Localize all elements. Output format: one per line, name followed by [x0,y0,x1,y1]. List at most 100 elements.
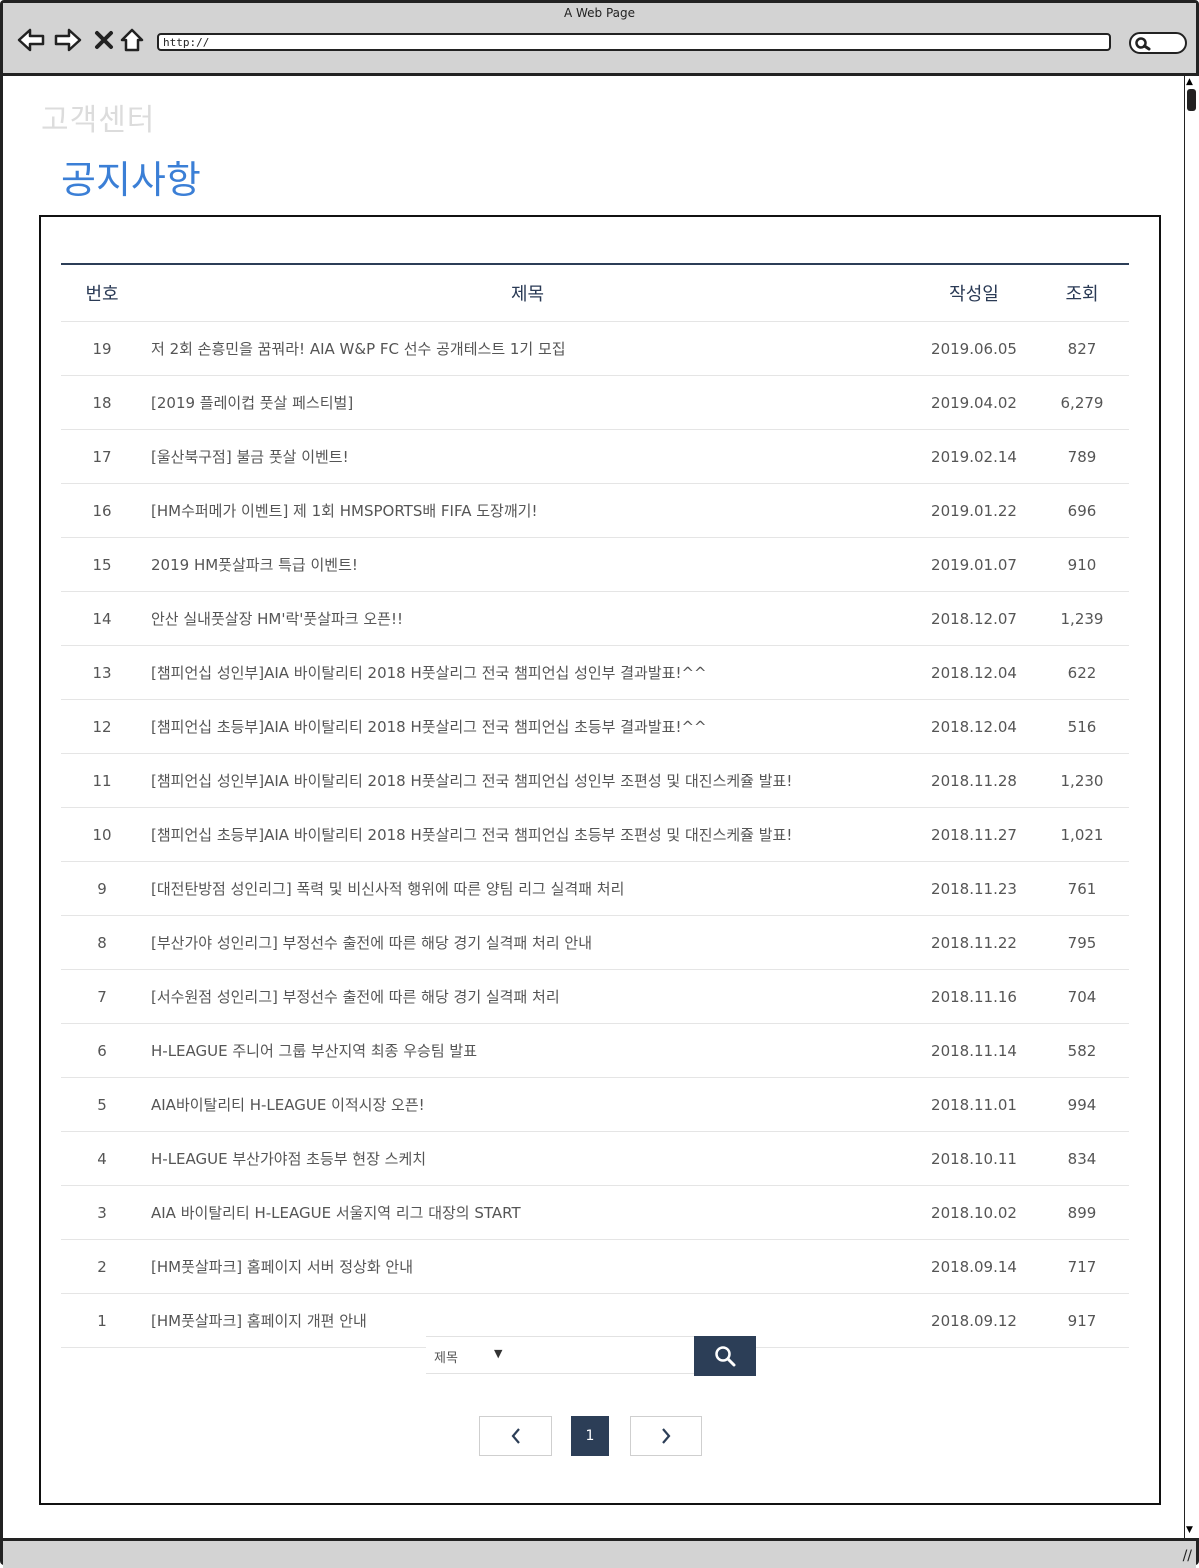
row-no: 5 [61,1077,143,1132]
row-title-link[interactable]: [챔피언십 초등부]AIA 바이탈리티 2018 H풋살리그 전국 챔피언십 초… [143,699,913,754]
prev-page-button[interactable] [479,1416,552,1456]
table-row[interactable]: 6 H-LEAGUE 주니어 그룹 부산지역 최종 우승팀 발표 2018.11.1… [61,1023,1129,1078]
row-title-link[interactable]: [울산북구점] 불금 풋살 이벤트! [143,429,913,484]
row-no: 7 [61,969,143,1024]
table-row[interactable]: 15 2019 HM풋살파크 특급 이벤트! 2019.01.07 910 [61,537,1129,592]
row-title-link[interactable]: AIA 바이탈리티 H-LEAGUE 서울지역 리그 대장의 START [143,1185,913,1240]
row-views: 899 [1035,1185,1129,1240]
row-no: 3 [61,1185,143,1240]
row-views: 994 [1035,1077,1129,1132]
table-row[interactable]: 16 [HM수퍼메가 이벤트] 제 1회 HMSPORTS배 FIFA 도장깨기!… [61,483,1129,538]
scroll-down-icon[interactable]: ▼ [1186,1525,1193,1535]
row-title-link[interactable]: [대전탄방점 성인리그] 폭력 및 비신사적 행위에 따른 양팀 리그 실격패 … [143,861,913,916]
address-bar[interactable]: http:// [157,33,1111,51]
close-icon [95,31,113,49]
home-button[interactable] [117,25,147,55]
row-views: 622 [1035,645,1129,700]
row-no: 11 [61,753,143,808]
row-date: 2019.06.05 [913,321,1035,376]
row-views: 516 [1035,699,1129,754]
row-title-link[interactable]: 2019 HM풋살파크 특급 이벤트! [143,537,913,592]
row-title-link[interactable]: 안산 실내풋살장 HM'락'풋살파크 오픈!! [143,591,913,646]
row-views: 827 [1035,321,1129,376]
table-row[interactable]: 17 [울산북구점] 불금 풋살 이벤트! 2019.02.14 789 [61,429,1129,484]
table-row[interactable]: 8 [부산가야 성인리그] 부정선수 출전에 따른 해당 경기 실격패 처리 안내… [61,915,1129,970]
row-title-link[interactable]: [서수원점 성인리그] 부정선수 출전에 따른 해당 경기 실격패 처리 [143,969,913,1024]
row-views: 834 [1035,1131,1129,1186]
row-title-link[interactable]: [HM풋살파크] 홈페이지 서버 정상화 안내 [143,1239,913,1294]
row-date: 2018.12.07 [913,591,1035,646]
browser-search-box[interactable] [1129,32,1187,54]
next-page-button[interactable] [630,1416,702,1456]
search-type-select[interactable]: 제목 ▼ [426,1336,694,1374]
row-no: 17 [61,429,143,484]
table-header-row: 번호 제목 작성일 조회 [61,264,1129,322]
row-views: 696 [1035,483,1129,538]
row-no: 16 [61,483,143,538]
page-title: 공지사항 [61,158,201,202]
row-title-link[interactable]: H-LEAGUE 부산가야점 초등부 현장 스케치 [143,1131,913,1186]
row-date: 2018.11.01 [913,1077,1035,1132]
home-icon [120,28,144,52]
table-row[interactable]: 9 [대전탄방점 성인리그] 폭력 및 비신사적 행위에 따른 양팀 리그 실격패… [61,861,1129,916]
row-views: 717 [1035,1239,1129,1294]
row-date: 2018.11.27 [913,807,1035,862]
row-title-link[interactable]: [2019 플레이컵 풋살 페스티벌] [143,375,913,430]
search-button[interactable] [694,1336,756,1376]
table-row[interactable]: 7 [서수원점 성인리그] 부정선수 출전에 따른 해당 경기 실격패 처리 201… [61,969,1129,1024]
row-date: 2019.01.22 [913,483,1035,538]
row-title-link[interactable]: [HM수퍼메가 이벤트] 제 1회 HMSPORTS배 FIFA 도장깨기! [143,483,913,538]
table-row[interactable]: 5 AIA바이탈리티 H-LEAGUE 이적시장 오픈! 2018.11.01 994 [61,1077,1129,1132]
row-date: 2018.11.28 [913,753,1035,808]
current-page-button[interactable]: 1 [571,1416,609,1456]
row-no: 18 [61,375,143,430]
notice-table: 번호 제목 작성일 조회 19 저 2회 손흥민을 꿈꿔라! AIA W&P FC… [61,263,1129,1348]
row-no: 12 [61,699,143,754]
stop-button[interactable] [89,25,119,55]
table-row[interactable]: 14 안산 실내풋살장 HM'락'풋살파크 오픈!! 2018.12.07 1,239 [61,591,1129,646]
search-type-value: 제목 [434,1351,458,1366]
resize-grip-icon[interactable]: // [1183,1548,1192,1564]
row-title-link[interactable]: [챔피언십 초등부]AIA 바이탈리티 2018 H풋살리그 전국 챔피언십 초… [143,807,913,862]
row-date: 2018.10.02 [913,1185,1035,1240]
table-row[interactable]: 12 [챔피언십 초등부]AIA 바이탈리티 2018 H풋살리그 전국 챔피언십… [61,699,1129,754]
row-title-link[interactable]: [부산가야 성인리그] 부정선수 출전에 따른 해당 경기 실격패 처리 안내 [143,915,913,970]
row-date: 2018.12.04 [913,645,1035,700]
table-row[interactable]: 2 [HM풋살파크] 홈페이지 서버 정상화 안내 2018.09.14 717 [61,1239,1129,1294]
table-row[interactable]: 3 AIA 바이탈리티 H-LEAGUE 서울지역 리그 대장의 START 201… [61,1185,1129,1240]
row-views: 910 [1035,537,1129,592]
scroll-up-icon[interactable]: ▲ [1186,77,1193,87]
browser-window: A Web Page http:// ▲ ▼ // 고객센터 공지사항 번호 제… [0,0,1199,1568]
table-row[interactable]: 13 [챔피언십 성인부]AIA 바이탈리티 2018 H풋살리그 전국 챔피언십… [61,645,1129,700]
chevron-left-icon [511,1428,520,1444]
search-icon [1135,37,1151,51]
row-views: 917 [1035,1293,1129,1348]
forward-button[interactable] [53,25,83,55]
row-title-link[interactable]: [챔피언십 성인부]AIA 바이탈리티 2018 H풋살리그 전국 챔피언십 성… [143,645,913,700]
table-row[interactable]: 19 저 2회 손흥민을 꿈꿔라! AIA W&P FC 선수 공개테스트 1기 … [61,321,1129,376]
row-no: 10 [61,807,143,862]
header-views: 조회 [1035,264,1129,322]
scroll-thumb[interactable] [1187,89,1196,111]
row-no: 14 [61,591,143,646]
row-views: 789 [1035,429,1129,484]
row-views: 795 [1035,915,1129,970]
row-date: 2018.09.12 [913,1293,1035,1348]
row-date: 2018.11.14 [913,1023,1035,1078]
row-title-link[interactable]: AIA바이탈리티 H-LEAGUE 이적시장 오픈! [143,1077,913,1132]
row-title-link[interactable]: [챔피언십 성인부]AIA 바이탈리티 2018 H풋살리그 전국 챔피언십 성… [143,753,913,808]
section-label: 고객센터 [41,103,156,138]
table-row[interactable]: 18 [2019 플레이컵 풋살 페스티벌] 2019.04.02 6,279 [61,375,1129,430]
table-row[interactable]: 4 H-LEAGUE 부산가야점 초등부 현장 스케치 2018.10.11 834 [61,1131,1129,1186]
row-title-link[interactable]: 저 2회 손흥민을 꿈꿔라! AIA W&P FC 선수 공개테스트 1기 모집 [143,321,913,376]
table-row[interactable]: 10 [챔피언십 초등부]AIA 바이탈리티 2018 H풋살리그 전국 챔피언십… [61,807,1129,862]
back-button[interactable] [16,25,46,55]
vertical-scrollbar[interactable] [1184,76,1199,1538]
row-views: 582 [1035,1023,1129,1078]
table-row[interactable]: 11 [챔피언십 성인부]AIA 바이탈리티 2018 H풋살리그 전국 챔피언십… [61,753,1129,808]
row-title-link[interactable]: H-LEAGUE 주니어 그룹 부산지역 최종 우승팀 발표 [143,1023,913,1078]
search-area: 제목 ▼ [426,1336,756,1376]
row-date: 2018.09.14 [913,1239,1035,1294]
row-date: 2019.02.14 [913,429,1035,484]
row-no: 6 [61,1023,143,1078]
